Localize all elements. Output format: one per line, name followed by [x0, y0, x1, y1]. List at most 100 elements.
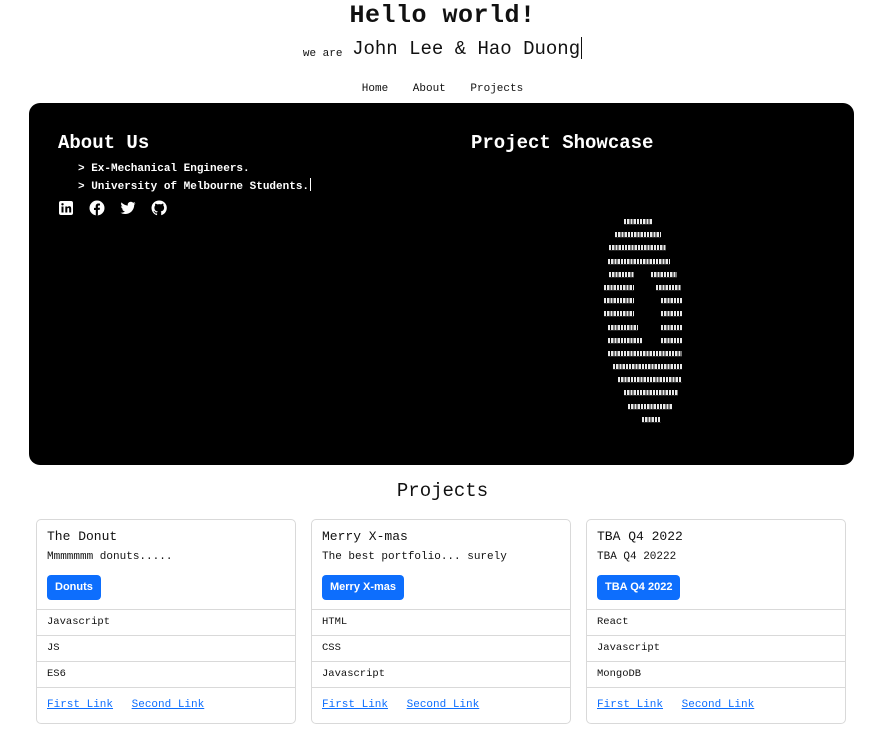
first-link[interactable]: First Link [47, 699, 113, 711]
about-list: > Ex-Mechanical Engineers. > University … [78, 162, 312, 195]
twitter-icon[interactable] [120, 200, 136, 216]
github-icon[interactable] [151, 200, 167, 216]
ascii-art-row [594, 281, 694, 294]
ascii-art-segment [609, 271, 634, 277]
project-card: Merry X-mas The best portfolio... surely… [311, 519, 571, 724]
ascii-art-row [594, 373, 694, 386]
merry-xmas-button[interactable]: Merry X-mas [322, 575, 405, 600]
list-item: HTML [312, 609, 570, 636]
ascii-art-row [594, 334, 694, 347]
hero-names: John Lee & Hao Duong [352, 38, 581, 60]
card-text: The best portfolio... surely [322, 551, 507, 563]
list-item: CSS [312, 635, 570, 662]
ascii-art-segment [604, 284, 634, 290]
social-links [58, 200, 167, 216]
linkedin-icon[interactable] [58, 200, 74, 216]
ascii-art-segment [608, 350, 682, 356]
about-line: > University of Melbourne Students. [78, 180, 310, 193]
card-links: First Link Second Link [322, 699, 491, 711]
ascii-art-segment [608, 337, 642, 343]
ascii-art-segment [642, 416, 661, 422]
card-title: Merry X-mas [322, 529, 408, 544]
list-item: Javascript [37, 609, 295, 636]
list-item-label: CSS [322, 642, 341, 654]
card-divider [587, 687, 845, 688]
facebook-icon[interactable] [89, 200, 105, 216]
card-title: The Donut [47, 529, 118, 544]
nav-projects-link[interactable]: Projects [470, 83, 523, 95]
nav-home-link[interactable]: Home [362, 83, 388, 95]
ascii-art-row [594, 386, 694, 399]
list-item-label: Javascript [322, 668, 386, 680]
projects-title: Projects [396, 480, 489, 502]
ascii-art-segment [656, 284, 681, 290]
card-text: Mmmmmmm donuts..... [47, 551, 173, 563]
list-item-label: Javascript [47, 616, 111, 628]
list-item-label: MongoDB [597, 668, 642, 680]
ascii-art-row [594, 228, 694, 241]
list-item-label: React [597, 616, 629, 628]
typing-cursor [310, 177, 312, 191]
typing-cursor [581, 37, 583, 59]
ascii-art-row [594, 347, 694, 360]
list-item: Javascript [312, 661, 570, 688]
top-nav: Home About Projects [0, 83, 885, 95]
ascii-art-segment [615, 232, 661, 238]
card-divider [37, 687, 295, 688]
card-title: TBA Q4 2022 [597, 529, 683, 544]
ascii-art-row [594, 307, 694, 320]
first-link[interactable]: First Link [597, 699, 663, 711]
list-item: Javascript [587, 635, 845, 662]
first-link[interactable]: First Link [322, 699, 388, 711]
ascii-art-row [594, 268, 694, 281]
showcase-title: Project Showcase [471, 132, 654, 154]
ascii-art-segment [618, 377, 682, 383]
list-item: JS [37, 635, 295, 662]
list-item: MongoDB [587, 661, 845, 688]
project-card: The Donut Mmmmmmm donuts..... Donuts Jav… [36, 519, 296, 724]
ascii-art-row [594, 400, 694, 413]
second-link[interactable]: Second Link [407, 699, 480, 711]
project-card: TBA Q4 2022 TBA Q4 20222 TBA Q4 2022 Rea… [586, 519, 846, 724]
ascii-art-segment [608, 258, 670, 264]
ascii-art-segment [613, 364, 682, 370]
ascii-art-segment [609, 245, 666, 251]
about-showcase-panel: About Us > Ex-Mechanical Engineers. > Un… [29, 103, 854, 465]
ascii-art-segment [661, 298, 682, 304]
ascii-art-row [594, 413, 694, 426]
hero-prefix: we are [302, 48, 343, 60]
list-item-label: HTML [322, 616, 348, 628]
ascii-art-segment [604, 298, 634, 304]
card-divider [312, 687, 570, 688]
list-item: ES6 [37, 661, 295, 688]
ascii-art-row [594, 215, 694, 228]
nav-about-link[interactable]: About [413, 83, 446, 95]
card-links: First Link Second Link [597, 699, 766, 711]
ascii-art-segment [661, 311, 682, 317]
tba-button[interactable]: TBA Q4 2022 [597, 575, 681, 600]
ascii-art-segment [608, 324, 638, 330]
hero-title: Hello world! [349, 1, 536, 30]
ascii-art-segment [624, 219, 652, 224]
card-links: First Link Second Link [47, 699, 216, 711]
list-item: React [587, 609, 845, 636]
second-link[interactable]: Second Link [132, 699, 205, 711]
hero-subtitle: we are John Lee & Hao Duong [0, 35, 885, 63]
ascii-art-segment [624, 390, 678, 396]
about-title: About Us [58, 132, 150, 154]
ascii-art-segment [604, 311, 634, 317]
second-link[interactable]: Second Link [682, 699, 755, 711]
list-item-label: ES6 [47, 668, 66, 680]
ascii-art-segment [661, 337, 682, 343]
ascii-art-row [594, 241, 694, 254]
ascii-art-row [594, 255, 694, 268]
about-line: > Ex-Mechanical Engineers. [78, 163, 250, 175]
list-item-label: JS [47, 642, 60, 654]
ascii-art-row [594, 321, 694, 334]
ascii-art-segment [651, 271, 677, 277]
donuts-button[interactable]: Donuts [47, 575, 101, 600]
ascii-art-segment [661, 324, 682, 330]
card-text: TBA Q4 20222 [597, 551, 677, 563]
ascii-donut-art [594, 215, 694, 426]
hero-header: Hello world! we are John Lee & Hao Duong [0, 0, 885, 63]
